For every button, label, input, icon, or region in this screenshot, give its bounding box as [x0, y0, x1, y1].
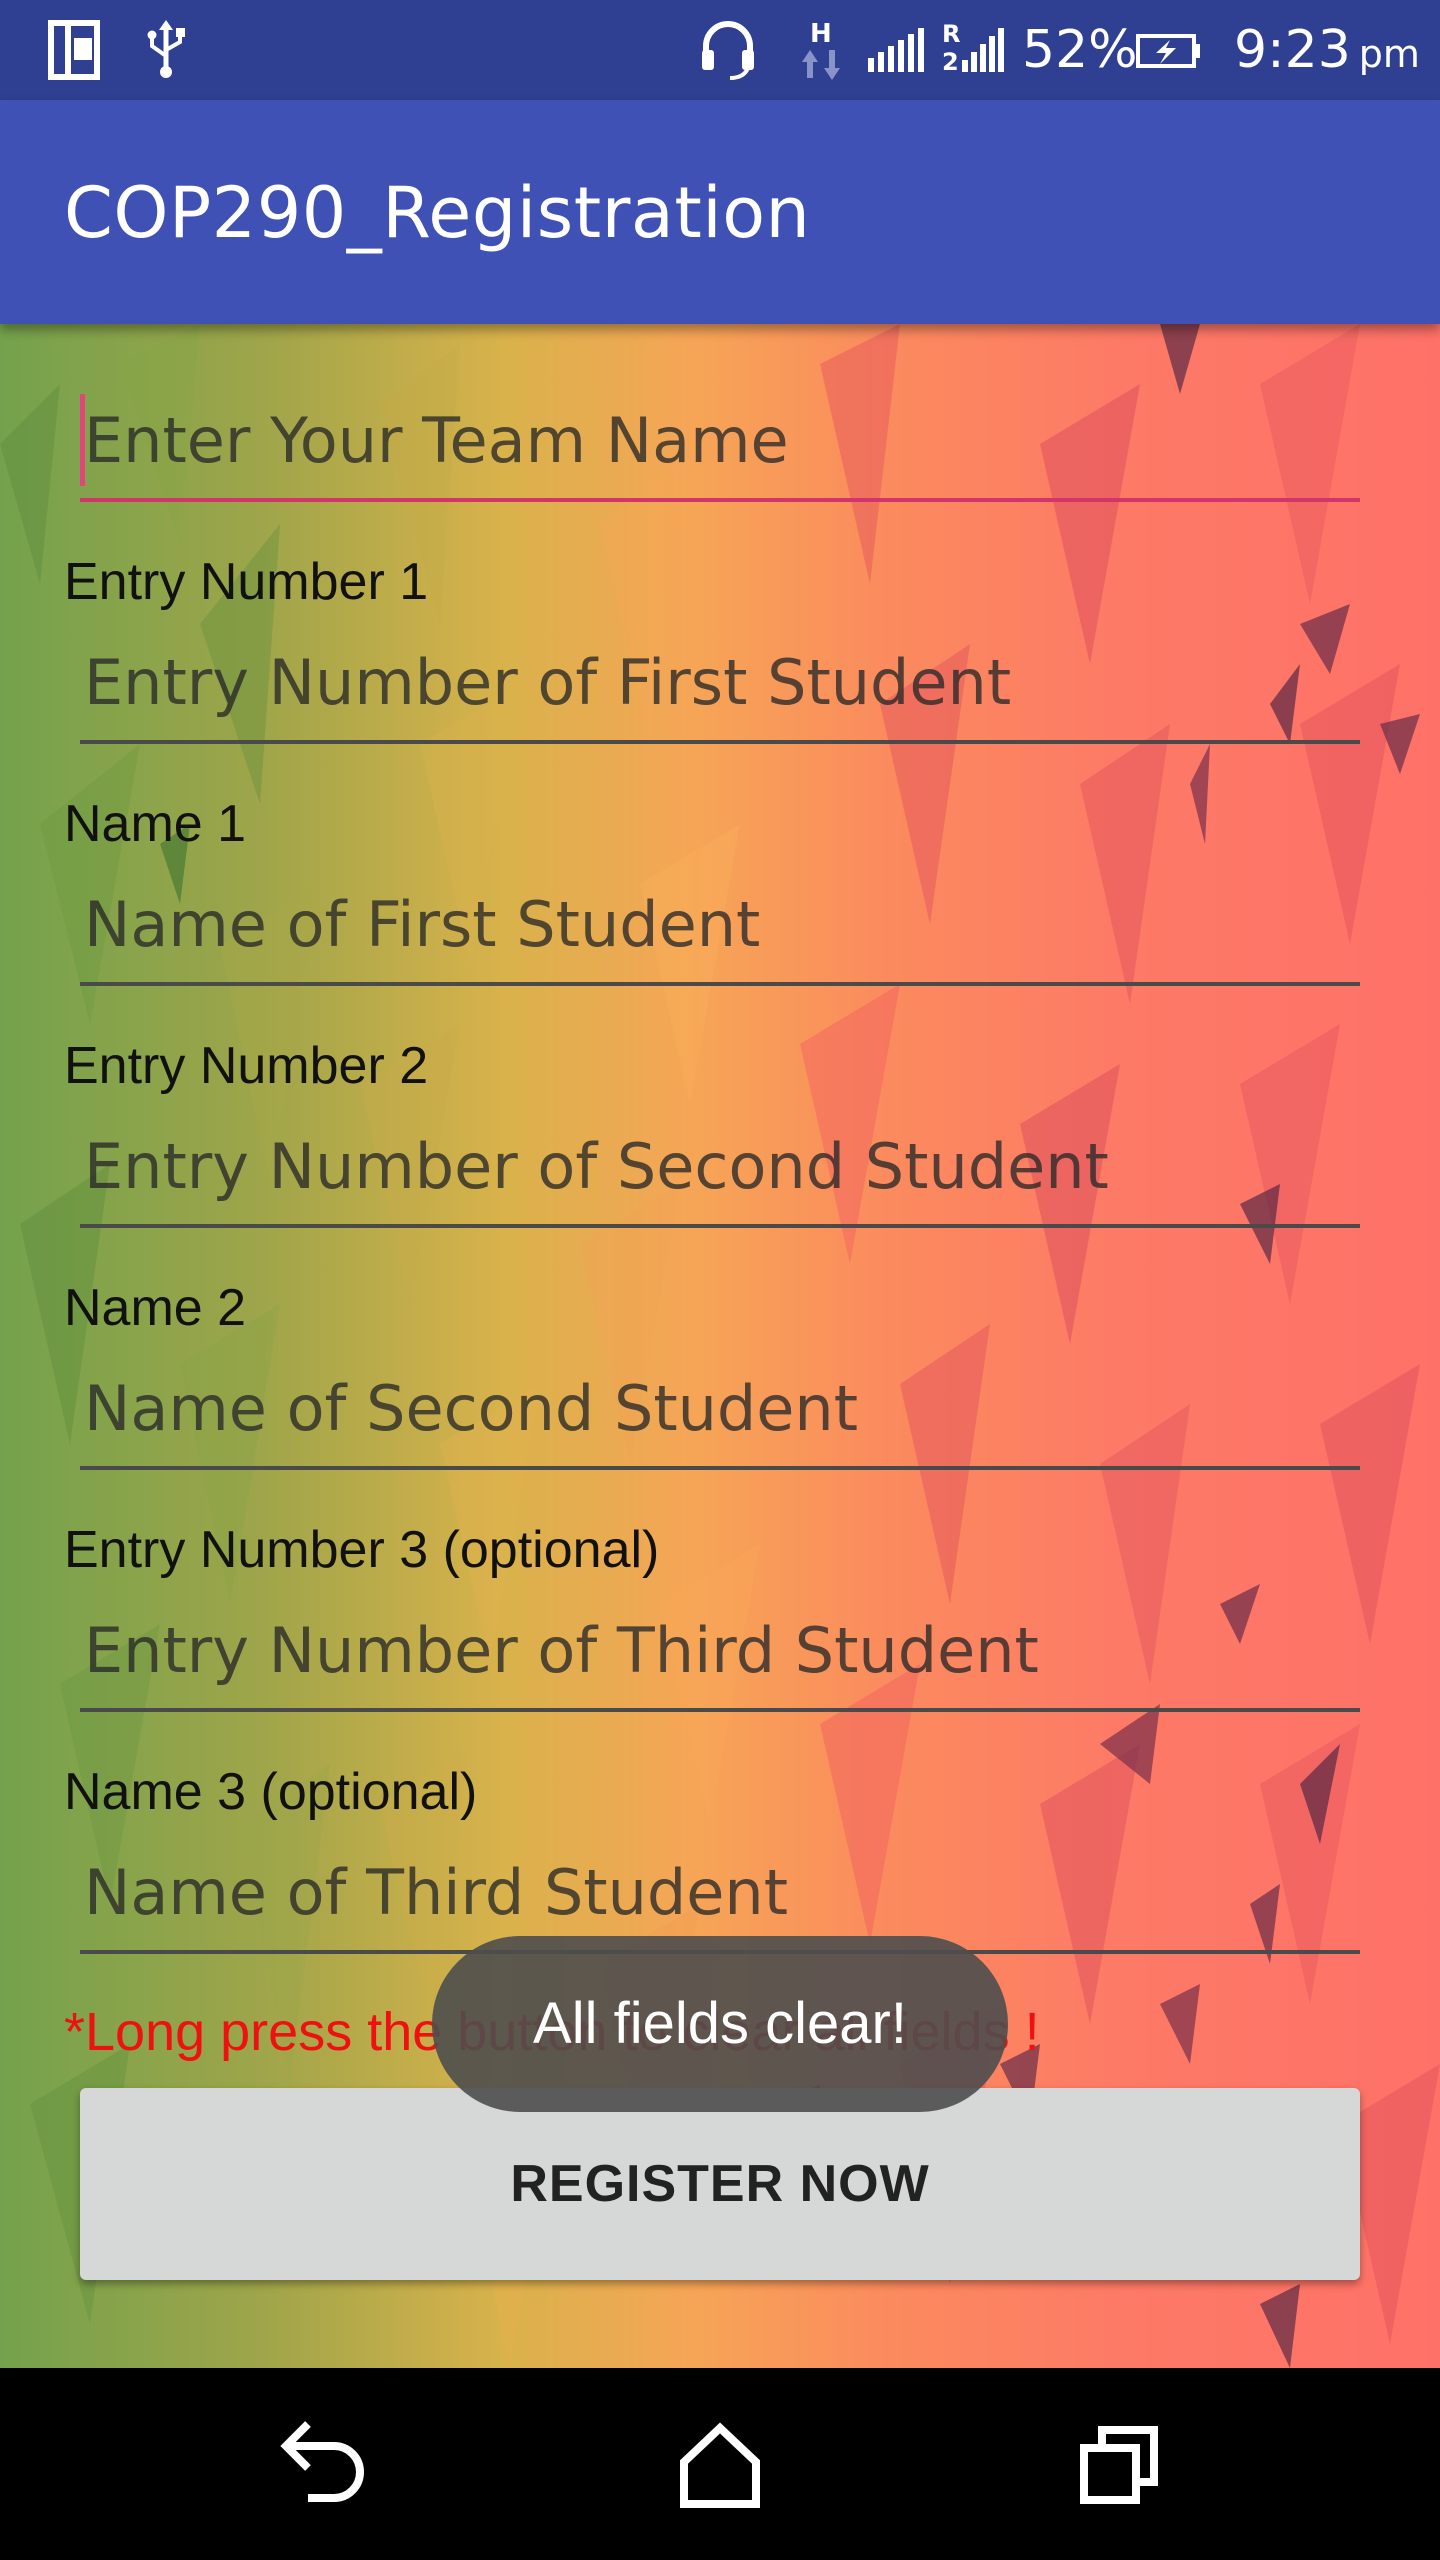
- navigation-bar: [0, 2368, 1440, 2560]
- toast-message: All fields clear!: [432, 1936, 1008, 2112]
- team-name-input[interactable]: [80, 382, 1360, 502]
- svg-text:2: 2: [942, 48, 959, 74]
- svg-text:R: R: [942, 20, 960, 48]
- entry-number-1-input[interactable]: [80, 624, 1360, 744]
- usb-icon: [147, 20, 185, 78]
- name-2-input[interactable]: [80, 1350, 1360, 1470]
- name-1-label: Name 1: [64, 795, 247, 853]
- battery-charging-icon: [1136, 34, 1200, 68]
- clock-ampm: pm: [1358, 32, 1420, 76]
- register-now-button[interactable]: REGISTER NOW: [80, 2088, 1360, 2280]
- name-2-label: Name 2: [64, 1279, 247, 1337]
- signal-icon: [868, 28, 924, 72]
- home-icon[interactable]: [664, 2408, 776, 2520]
- entry-number-3-label: Entry Number 3 (optional): [64, 1521, 660, 1579]
- app-title: COP290_Registration: [64, 172, 811, 254]
- name-3-label: Name 3 (optional): [64, 1763, 478, 1821]
- clock-time: 9:23: [1234, 20, 1351, 80]
- app-bar: COP290_Registration: [0, 100, 1440, 324]
- svg-text:H: H: [810, 19, 832, 49]
- battery-percent: 52%: [1022, 20, 1138, 80]
- signal-r-icon: R 2: [942, 20, 1004, 74]
- multi-window-icon: [48, 20, 100, 80]
- name-1-input[interactable]: [80, 866, 1360, 986]
- recents-icon[interactable]: [1064, 2408, 1176, 2520]
- back-icon[interactable]: [264, 2408, 376, 2520]
- headset-icon: [702, 21, 754, 80]
- entry-number-2-label: Entry Number 2: [64, 1037, 429, 1095]
- status-bar: H R 2 52% 9:23 pm: [0, 0, 1440, 100]
- entry-number-2-input[interactable]: [80, 1108, 1360, 1228]
- h-data-icon: H: [802, 19, 840, 80]
- entry-number-1-label: Entry Number 1: [64, 553, 429, 611]
- entry-number-3-input[interactable]: [80, 1592, 1360, 1712]
- clock: 9:23 pm: [1234, 22, 1420, 82]
